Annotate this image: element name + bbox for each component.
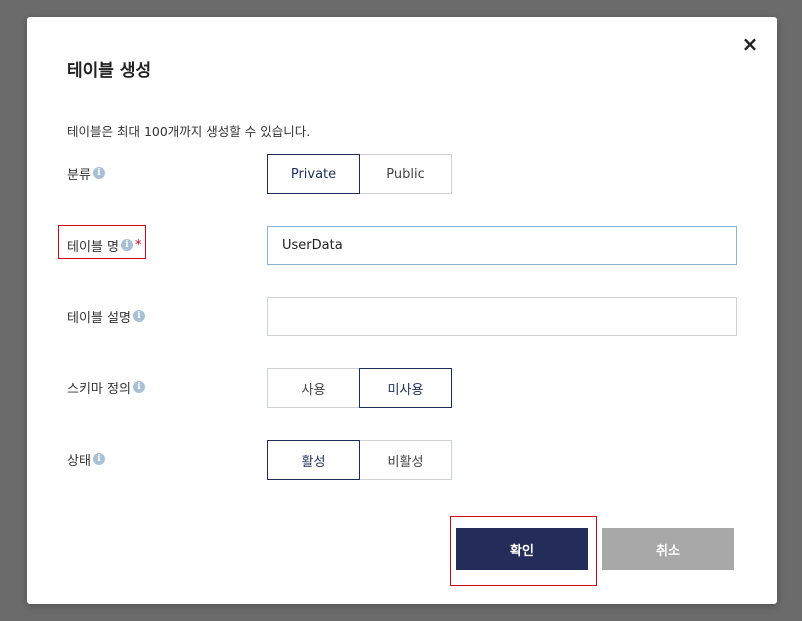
confirm-button[interactable]: 확인 (456, 528, 588, 570)
info-icon[interactable]: i (132, 381, 145, 393)
dialog-description: 테이블은 최대 100개까지 생성할 수 있습니다. (67, 124, 311, 139)
status-option-inactive[interactable]: 비활성 (359, 440, 452, 480)
category-label-text: 분류 (67, 167, 91, 183)
schema-definition-toggle: 사용 미사용 (267, 368, 452, 408)
schema-option-not-use[interactable]: 미사용 (359, 368, 452, 408)
create-table-dialog: × 테이블 생성 테이블은 최대 100개까지 생성할 수 있습니다. 분류 i… (27, 17, 777, 604)
table-name-input[interactable] (267, 226, 737, 265)
info-icon[interactable]: i (92, 453, 105, 465)
category-label: 분류 i (67, 163, 105, 183)
table-description-input[interactable] (267, 297, 737, 336)
cancel-button[interactable]: 취소 (602, 528, 734, 570)
status-toggle: 활성 비활성 (267, 440, 452, 480)
category-option-public[interactable]: Public (359, 154, 452, 194)
info-icon[interactable]: i (92, 167, 105, 179)
status-option-active[interactable]: 활성 (267, 440, 360, 480)
category-option-private[interactable]: Private (267, 154, 360, 194)
schema-definition-label-text: 스키마 정의 (67, 381, 131, 397)
table-description-label-text: 테이블 설명 (67, 310, 131, 326)
schema-option-use[interactable]: 사용 (267, 368, 360, 408)
info-icon[interactable]: i (132, 310, 145, 322)
status-label: 상태 i (67, 449, 105, 469)
table-name-label: 테이블 명 i * (67, 235, 141, 255)
table-description-label: 테이블 설명 i (67, 306, 145, 326)
schema-definition-label: 스키마 정의 i (67, 377, 145, 397)
dialog-title: 테이블 생성 (67, 61, 152, 81)
close-icon[interactable]: × (739, 33, 761, 55)
table-name-label-text: 테이블 명 (67, 239, 119, 255)
status-label-text: 상태 (67, 453, 91, 469)
required-mark: * (134, 237, 142, 253)
category-toggle: Private Public (267, 154, 452, 194)
info-icon[interactable]: i (120, 239, 133, 251)
